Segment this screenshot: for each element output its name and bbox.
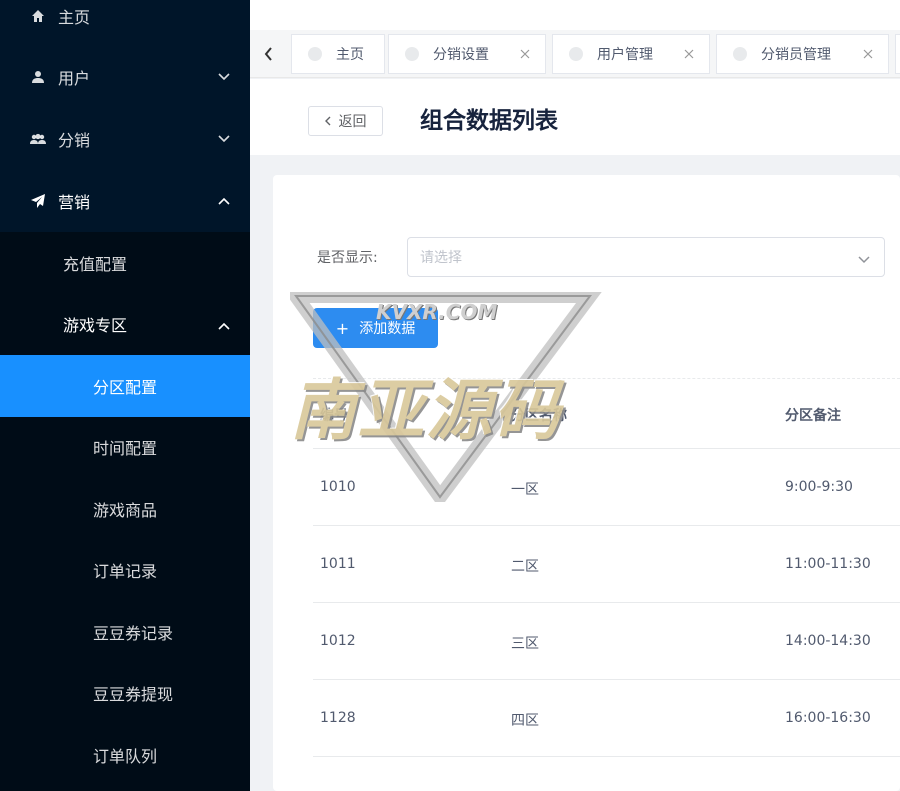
sidebar-item-coupon-records[interactable]: 豆豆券记录 xyxy=(0,601,250,663)
tab-status-dot xyxy=(405,47,419,61)
home-icon xyxy=(30,9,46,23)
cell-zone-name: 二区 xyxy=(511,559,539,575)
sidebar-item-label: 豆豆券提现 xyxy=(93,685,174,704)
sidebar-item-marketing[interactable]: 营销 xyxy=(0,170,250,232)
table-header: 编号 分区名称 分区备注 xyxy=(313,375,900,449)
tab-label: 分销员管理 xyxy=(761,47,831,63)
filter-label: 是否显示: xyxy=(317,250,378,266)
cell-zone-name: 一区 xyxy=(511,482,539,498)
sidebar-item-label: 游戏专区 xyxy=(63,316,128,335)
sidebar-item-recharge-config[interactable]: 充值配置 xyxy=(0,232,250,294)
cell-id: 1010 xyxy=(320,479,356,495)
cell-zone-note: 9:00-9:30 xyxy=(785,479,853,495)
page-title: 组合数据列表 xyxy=(420,108,558,134)
sidebar-item-distribution[interactable]: 分销 xyxy=(0,108,250,170)
chevron-up-icon xyxy=(218,195,230,207)
tab-status-dot xyxy=(569,47,583,61)
page-header: 返回 组合数据列表 xyxy=(250,79,900,155)
tabs-bar: 主页 分销设置 用户管理 分销员管理 xyxy=(250,30,900,78)
sidebar-item-label: 分销 xyxy=(58,131,91,150)
chevron-up-icon xyxy=(218,315,230,334)
sidebar-item-label: 订单队列 xyxy=(93,747,158,766)
sidebar-item-order-queue[interactable]: 订单队列 xyxy=(0,724,250,786)
tabs-scroll-left-button[interactable] xyxy=(250,30,286,78)
chevron-left-icon xyxy=(324,116,331,126)
back-button-label: 返回 xyxy=(338,114,367,130)
sidebar-item-label: 豆豆券记录 xyxy=(93,624,174,643)
tab-distributor-management[interactable]: 分销员管理 xyxy=(716,34,889,74)
sidebar-item-zone-config[interactable]: 分区配置 xyxy=(0,355,250,417)
cell-zone-note: 16:00-16:30 xyxy=(785,710,871,726)
tab-status-dot xyxy=(733,47,747,61)
cell-id: 1128 xyxy=(320,710,356,726)
top-header xyxy=(250,0,900,30)
sidebar-item-coupon-withdraw[interactable]: 豆豆券提现 xyxy=(0,662,250,724)
close-icon[interactable] xyxy=(683,48,695,60)
close-icon[interactable] xyxy=(862,48,874,60)
sidebar-item-order-records[interactable]: 订单记录 xyxy=(0,539,250,601)
cell-id: 1011 xyxy=(320,556,356,572)
chevron-down-icon xyxy=(218,133,230,145)
tab-distribution-settings[interactable]: 分销设置 xyxy=(388,34,546,74)
tab-label: 用户管理 xyxy=(597,47,653,63)
cell-zone-name: 四区 xyxy=(511,713,539,729)
tab-label: 主页 xyxy=(336,47,364,63)
sidebar-item-label: 营销 xyxy=(58,193,91,212)
display-select[interactable]: 请选择 xyxy=(407,237,885,277)
tab-label: 分销设置 xyxy=(433,47,489,63)
column-header-zone-note: 分区备注 xyxy=(785,408,841,424)
sidebar-item-label: 用户 xyxy=(58,69,91,88)
sidebar-item-label: 游戏商品 xyxy=(93,501,158,520)
chevron-down-icon xyxy=(218,71,230,83)
tab-user-management[interactable]: 用户管理 xyxy=(552,34,710,74)
close-icon[interactable] xyxy=(519,48,531,60)
content-card: 是否显示: 请选择 + 添加数据 编号 分区名称 分区备注 1010 一区 9:… xyxy=(273,175,900,791)
add-data-label: 添加数据 xyxy=(359,321,416,337)
cell-id: 1012 xyxy=(320,633,356,649)
data-table: 编号 分区名称 分区备注 1010 一区 9:00-9:30 1011 二区 1… xyxy=(313,375,900,757)
table-row: 1010 一区 9:00-9:30 xyxy=(313,449,900,526)
table-row: 1012 三区 14:00-14:30 xyxy=(313,603,900,680)
column-header-zone-name: 分区名称 xyxy=(511,408,567,424)
sidebar-item-label: 时间配置 xyxy=(93,439,158,458)
chevron-left-icon xyxy=(264,47,272,61)
cell-zone-name: 三区 xyxy=(511,636,539,652)
group-icon xyxy=(30,133,46,145)
sidebar-item-label: 主页 xyxy=(58,8,91,27)
send-icon xyxy=(30,194,46,208)
sidebar-item-users[interactable]: 用户 xyxy=(0,46,250,108)
sidebar-item-label: 分区配置 xyxy=(93,378,158,397)
cell-zone-note: 11:00-11:30 xyxy=(785,556,871,572)
table-row: 1128 四区 16:00-16:30 xyxy=(313,680,900,757)
back-button[interactable]: 返回 xyxy=(308,106,383,136)
tab-home[interactable]: 主页 xyxy=(291,34,385,74)
tab-status-dot xyxy=(308,47,322,61)
chevron-down-icon xyxy=(858,252,870,268)
sidebar-item-game-zone[interactable]: 游戏专区 xyxy=(0,293,250,355)
plus-icon: + xyxy=(335,318,350,338)
user-icon xyxy=(30,70,46,84)
sidebar: 主页 用户 分销 营销 充值配置 游戏专区 分区配置 时间配置 游戏商品 订单记… xyxy=(0,0,250,791)
sidebar-item-game-products[interactable]: 游戏商品 xyxy=(0,478,250,540)
sidebar-item-time-config[interactable]: 时间配置 xyxy=(0,416,250,478)
column-header-id: 编号 xyxy=(320,408,348,424)
add-data-button[interactable]: + 添加数据 xyxy=(313,308,438,348)
sidebar-item-home[interactable]: 主页 xyxy=(0,0,250,47)
select-placeholder: 请选择 xyxy=(420,250,462,266)
table-row: 1011 二区 11:00-11:30 xyxy=(313,526,900,603)
tab-overflow[interactable] xyxy=(895,34,900,74)
sidebar-item-label: 充值配置 xyxy=(63,255,128,274)
sidebar-item-label: 订单记录 xyxy=(93,562,158,581)
cell-zone-note: 14:00-14:30 xyxy=(785,633,871,649)
